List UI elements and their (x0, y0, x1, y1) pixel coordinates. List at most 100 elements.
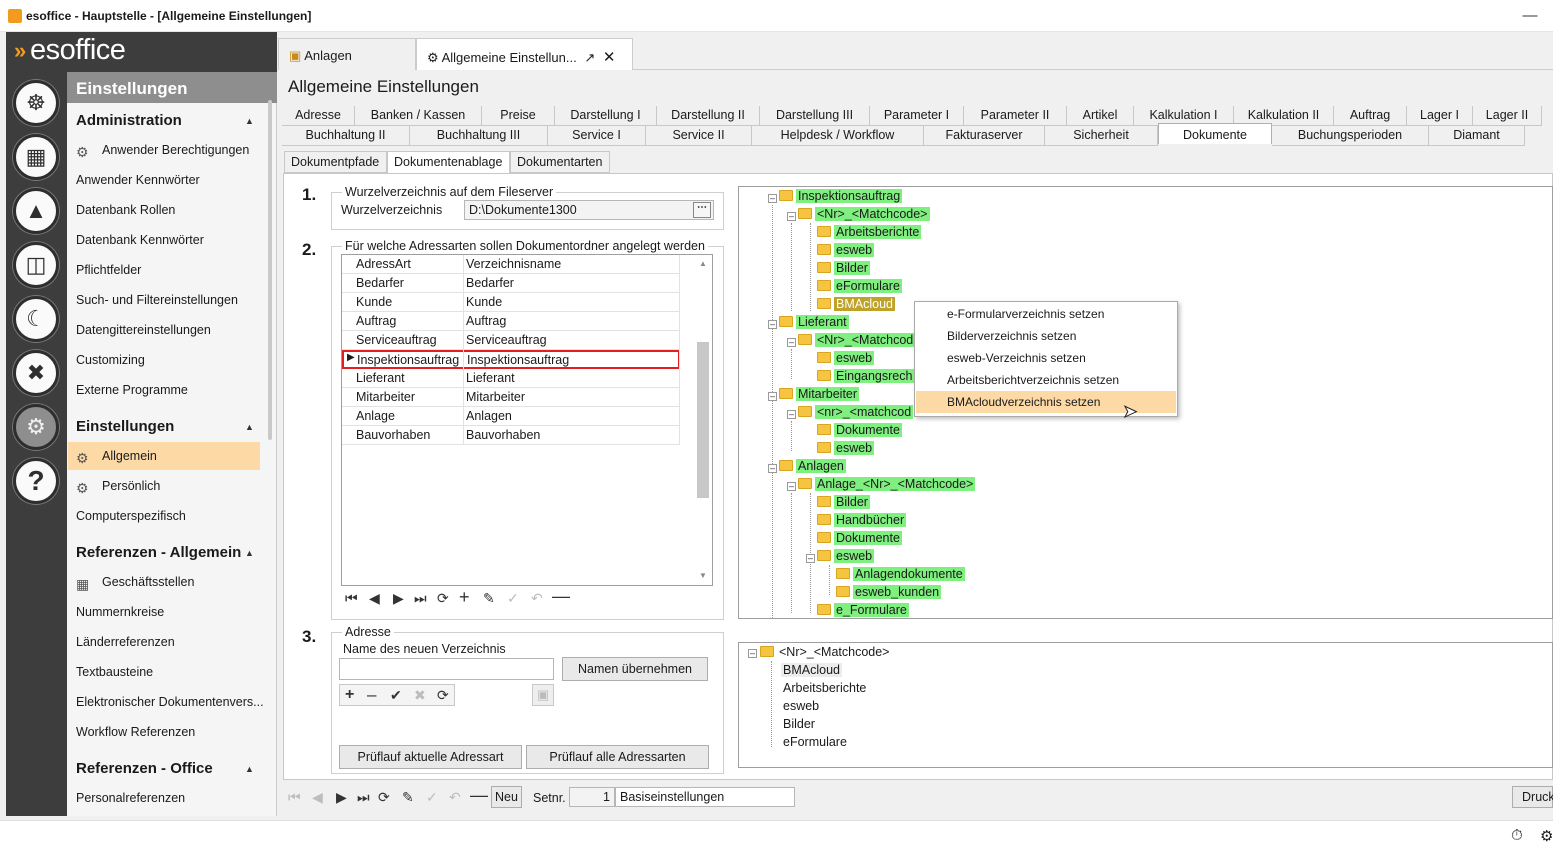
tree-node[interactable]: <Nr>_<Matchcode> (760, 645, 892, 662)
table-row[interactable]: Bauvorhaben Bauvorhaben (342, 426, 680, 445)
tab-auftrag[interactable]: Auftrag (1334, 106, 1407, 126)
sidebar-item-nummernkreise[interactable]: Nummernkreise (76, 605, 164, 619)
tab-darstellung-1[interactable]: Darstellung I (555, 106, 657, 126)
confirm-icon[interactable]: ✓ (426, 789, 438, 806)
tab-diamant[interactable]: Diamant (1429, 126, 1525, 146)
table-row[interactable]: Bedarfer Bedarfer (342, 274, 680, 293)
sidebar-item-allgemein[interactable]: ⚙ Allgemein (68, 442, 260, 470)
helm-icon[interactable]: ☸ (13, 80, 59, 126)
table-row[interactable]: Mitarbeiter Mitarbeiter (342, 388, 680, 407)
tree-node[interactable]: Bilder (817, 261, 870, 278)
delete-icon[interactable]: — (470, 785, 488, 806)
tab-adresse[interactable]: Adresse (282, 106, 355, 126)
next-record-icon[interactable]: ▶ (336, 789, 347, 806)
undo-icon[interactable]: ↶ (449, 789, 461, 806)
tab-darstellung-3[interactable]: Darstellung III (760, 106, 870, 126)
tree-node[interactable]: Anlagendokumente (836, 567, 965, 584)
column-header-verzeichnisname[interactable]: Verzeichnisname (466, 257, 561, 271)
sidebar-item-datenbank-rollen[interactable]: Datenbank Rollen (76, 203, 175, 217)
scroll-thumb[interactable] (697, 342, 709, 498)
group-administration[interactable]: Administration (76, 112, 182, 129)
tree-node-selected[interactable]: BMAcloud (817, 297, 895, 314)
subtab-dokumentarten[interactable]: Dokumentarten (510, 151, 610, 173)
tab-lager-2[interactable]: Lager II (1473, 106, 1542, 126)
scroll-down-icon[interactable]: ▼ (699, 571, 707, 580)
cancel-icon[interactable]: ✖ (414, 687, 426, 704)
subtab-dokumentpfade[interactable]: Dokumentpfade (284, 151, 387, 173)
calculator-icon[interactable]: ▦ (13, 134, 59, 180)
first-record-icon[interactable]: ⏮ (345, 590, 358, 607)
print-button[interactable]: Druck (1512, 786, 1553, 808)
sidebar-item-textbausteine[interactable]: Textbausteine (76, 665, 153, 679)
collapse-icon[interactable]: – (768, 464, 777, 473)
group-einstellungen[interactable]: Einstellungen (76, 418, 174, 435)
menu-item-esweb[interactable]: esweb-Verzeichnis setzen (916, 347, 1176, 369)
tree-node[interactable]: Anlagen (779, 459, 846, 476)
tab-helpdesk-workflow[interactable]: Helpdesk / Workflow (752, 126, 924, 146)
doc-tab-anlagen[interactable]: ▣ Anlagen (278, 38, 416, 70)
menu-item-arbeitsbericht[interactable]: Arbeitsberichtverzeichnis setzen (916, 369, 1176, 391)
table-row[interactable]: Anlage Anlagen (342, 407, 680, 426)
set-name-input[interactable]: Basiseinstellungen (615, 787, 795, 807)
collapse-icon[interactable]: ▲ (245, 764, 254, 774)
collapse-icon[interactable]: ▲ (245, 548, 254, 558)
tree-node[interactable]: <nr>_<matchcod (798, 405, 914, 422)
refresh-icon[interactable]: ⟳ (378, 789, 390, 806)
tab-lager-1[interactable]: Lager I (1407, 106, 1473, 126)
sidebar-item-laenderreferenzen[interactable]: Länderreferenzen (76, 635, 175, 649)
tree-node[interactable]: e_Formulare (817, 603, 909, 618)
tree-node[interactable]: Dokumente (817, 531, 902, 548)
sidebar-item-pflichtfelder[interactable]: Pflichtfelder (76, 263, 141, 277)
table-row-selected[interactable]: ▶ Inspektionsauftrag Inspektionsauftrag (342, 350, 680, 369)
table-row[interactable]: Lieferant Lieferant (342, 369, 680, 388)
add-icon[interactable]: + (459, 587, 470, 608)
tree-node[interactable]: Bilder (817, 495, 870, 512)
tree-node[interactable]: <Nr>_<Matchcode> (798, 207, 930, 224)
money-icon[interactable]: ◫ (13, 242, 59, 288)
tree-node[interactable]: esweb (781, 699, 821, 716)
first-record-icon[interactable]: ⏮ (288, 789, 301, 806)
help-icon[interactable]: ? (13, 458, 59, 504)
edit-icon[interactable]: ✎ (483, 590, 495, 607)
sidebar-item-datenbank-kennwoerter[interactable]: Datenbank Kennwörter (76, 233, 204, 247)
accept-name-button[interactable]: Namen übernehmen (562, 657, 708, 681)
tree-node[interactable]: Anlage_<Nr>_<Matchcode> (798, 477, 976, 494)
tab-banken-kassen[interactable]: Banken / Kassen (355, 106, 482, 126)
tree-node[interactable]: esweb (817, 549, 875, 566)
tree-node[interactable]: Lieferant (779, 315, 849, 332)
last-record-icon[interactable]: ⏭ (414, 590, 427, 607)
tab-buchungsperioden[interactable]: Buchungsperioden (1272, 126, 1429, 146)
tree-node[interactable]: Arbeitsberichte (781, 681, 868, 698)
settings-gear-icon[interactable]: ⚙ (1540, 827, 1553, 845)
check-icon[interactable]: ✔ (390, 687, 402, 704)
tree-node[interactable]: eFormulare (817, 279, 902, 296)
tree-node[interactable]: Inspektionsauftrag (779, 189, 903, 206)
sidebar-item-externe-programme[interactable]: Externe Programme (76, 383, 188, 397)
close-tab-icon[interactable]: ✕ (603, 49, 616, 66)
tree-node[interactable]: Dokumente (817, 423, 902, 440)
sidebar-scrollbar[interactable] (268, 100, 272, 440)
add-folder-icon[interactable]: + (345, 686, 354, 704)
popout-icon[interactable]: ↗ (584, 50, 595, 65)
sidebar-item-geschaeftsstellen[interactable]: ▦ Geschäftsstellen (76, 575, 194, 592)
sidebar-item-anwender-kennwoerter[interactable]: Anwender Kennwörter (76, 173, 200, 187)
tab-fakturaserver[interactable]: Fakturaserver (924, 126, 1045, 146)
tab-service-1[interactable]: Service I (548, 126, 646, 146)
sidebar-item-computerspezifisch[interactable]: Computerspezifisch (76, 509, 186, 523)
wurzelverzeichnis-input[interactable]: D:\Dokumente1300 (464, 200, 714, 220)
last-record-icon[interactable]: ⏭ (357, 789, 370, 806)
tree-node[interactable]: esweb_kunden (836, 585, 942, 602)
sidebar-item-such-filter[interactable]: Such- und Filtereinstellungen (76, 293, 238, 307)
tab-parameter-2[interactable]: Parameter II (964, 106, 1067, 126)
table-row[interactable]: Serviceauftrag Serviceauftrag (342, 331, 680, 350)
alarm-light-icon[interactable]: ▲ (13, 188, 59, 234)
refresh-icon[interactable]: ⟳ (437, 687, 449, 704)
folder-extra-icon[interactable]: ▣ (532, 684, 554, 706)
tree-node[interactable]: <Nr>_<Matchcod (798, 333, 916, 350)
tab-darstellung-2[interactable]: Darstellung II (657, 106, 760, 126)
collapse-icon[interactable]: – (787, 212, 796, 221)
sidebar-item-customizing[interactable]: Customizing (76, 353, 145, 367)
collapse-icon[interactable]: – (768, 392, 777, 401)
tab-buchhaltung-3[interactable]: Buchhaltung III (410, 126, 548, 146)
stopwatch-icon[interactable]: ⏱ (1511, 827, 1523, 844)
